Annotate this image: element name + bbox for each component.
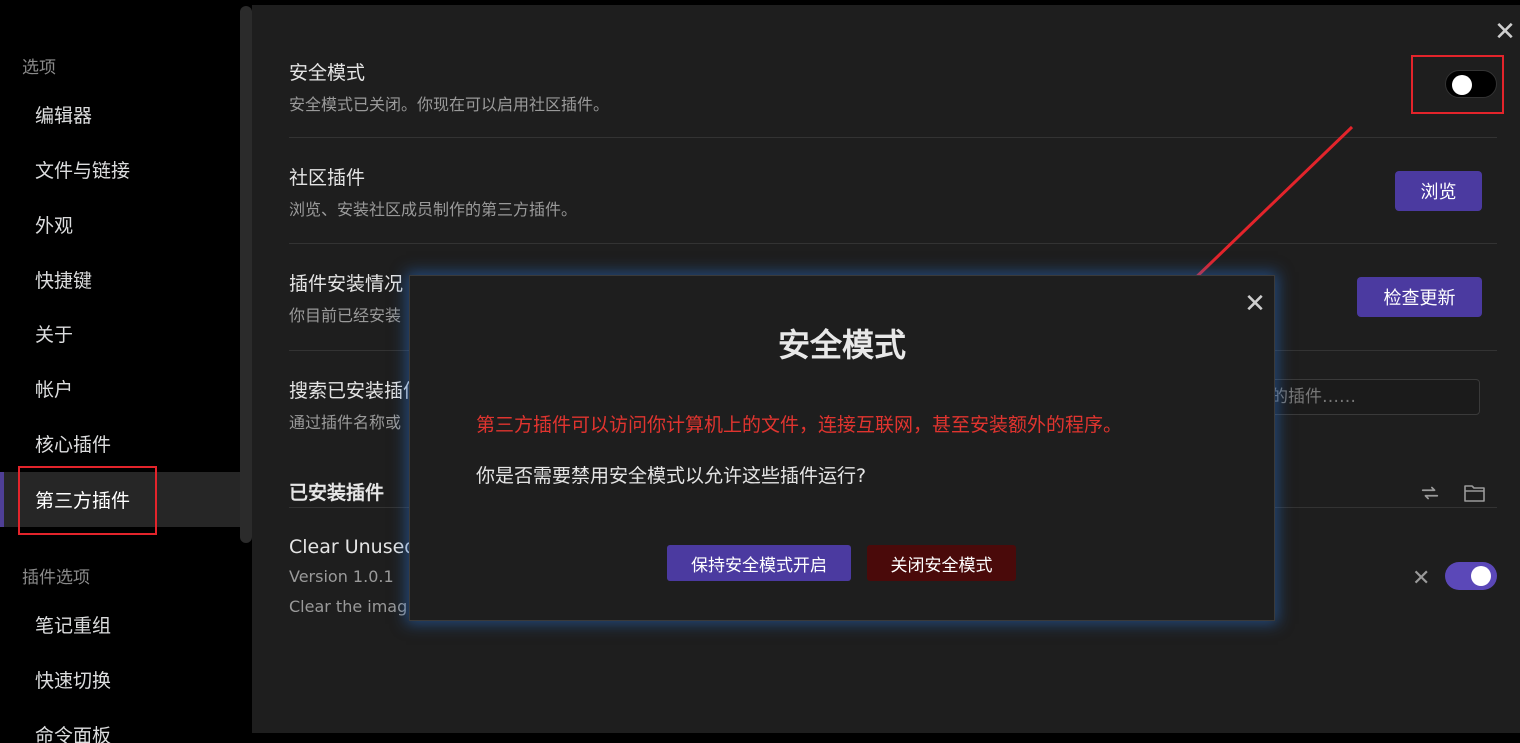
sidebar-item-hotkeys[interactable]: 快捷键 bbox=[0, 252, 240, 307]
safe-mode-toggle[interactable] bbox=[1445, 70, 1497, 98]
uninstall-plugin-icon[interactable]: ✕ bbox=[1412, 566, 1430, 591]
sidebar-item-editor[interactable]: 编辑器 bbox=[0, 87, 240, 142]
dialog-title: 安全模式 bbox=[777, 326, 906, 364]
sidebar-group-options: 选项 bbox=[22, 58, 56, 78]
reload-icon[interactable] bbox=[1419, 482, 1441, 508]
setting-safe-mode: 安全模式 安全模式已关闭。你现在可以启用社区插件。 bbox=[289, 58, 1497, 138]
plugin-version: Version 1.0.1 bbox=[289, 567, 394, 586]
settings-sidebar: 选项 编辑器 文件与链接 外观 快捷键 关于 帐户 核心插件 第三方插件 插件选… bbox=[0, 0, 240, 743]
safe-mode-desc: 安全模式已关闭。你现在可以启用社区插件。 bbox=[289, 95, 610, 114]
folder-icon[interactable] bbox=[1463, 482, 1487, 508]
community-plugins-title: 社区插件 bbox=[289, 167, 366, 189]
sidebar-item-quick-switcher[interactable]: 快速切换 bbox=[0, 652, 240, 707]
sidebar-item-account[interactable]: 帐户 bbox=[0, 361, 240, 416]
plugin-name: Clear Unused bbox=[289, 536, 417, 558]
disable-safe-mode-button[interactable]: 关闭安全模式 bbox=[867, 545, 1016, 581]
search-installed-input[interactable]: 的插件…… bbox=[1250, 379, 1480, 415]
sidebar-item-about[interactable]: 关于 bbox=[0, 306, 240, 361]
sidebar-item-files-links[interactable]: 文件与链接 bbox=[0, 142, 240, 197]
setting-community-plugins: 社区插件 浏览、安装社区成员制作的第三方插件。 bbox=[289, 163, 1497, 244]
keep-safe-mode-button[interactable]: 保持安全模式开启 bbox=[667, 545, 851, 581]
sidebar-scrollbar[interactable] bbox=[240, 6, 252, 543]
browse-button[interactable]: 浏览 bbox=[1395, 171, 1482, 211]
sidebar-group-plugin-options: 插件选项 bbox=[22, 568, 90, 588]
check-updates-button[interactable]: 检查更新 bbox=[1357, 277, 1482, 317]
dialog-warning: 第三方插件可以访问你计算机上的文件，连接互联网，甚至安装额外的程序。 bbox=[476, 414, 1123, 436]
dialog-close-icon[interactable]: ✕ bbox=[1243, 291, 1267, 317]
sidebar-item-command-palette[interactable]: 命令面板 bbox=[0, 707, 240, 743]
settings-close-icon[interactable]: ✕ bbox=[1493, 19, 1517, 45]
sidebar-item-appearance[interactable]: 外观 bbox=[0, 197, 240, 252]
dialog-question: 你是否需要禁用安全模式以允许这些插件运行? bbox=[476, 465, 867, 487]
safe-mode-dialog: 安全模式 ✕ 第三方插件可以访问你计算机上的文件，连接互联网，甚至安装额外的程序… bbox=[409, 275, 1275, 621]
sidebar-item-note-refactor[interactable]: 笔记重组 bbox=[0, 597, 240, 652]
plugin-enable-toggle[interactable] bbox=[1445, 562, 1497, 590]
community-plugins-desc: 浏览、安装社区成员制作的第三方插件。 bbox=[289, 200, 578, 219]
plugin-desc: Clear the imag bbox=[289, 597, 408, 616]
sidebar-item-community-plugins[interactable]: 第三方插件 bbox=[0, 472, 240, 527]
toggle-knob bbox=[1452, 75, 1472, 95]
toggle-knob bbox=[1471, 566, 1491, 586]
sidebar-item-core-plugins[interactable]: 核心插件 bbox=[0, 416, 240, 471]
safe-mode-title: 安全模式 bbox=[289, 62, 366, 84]
